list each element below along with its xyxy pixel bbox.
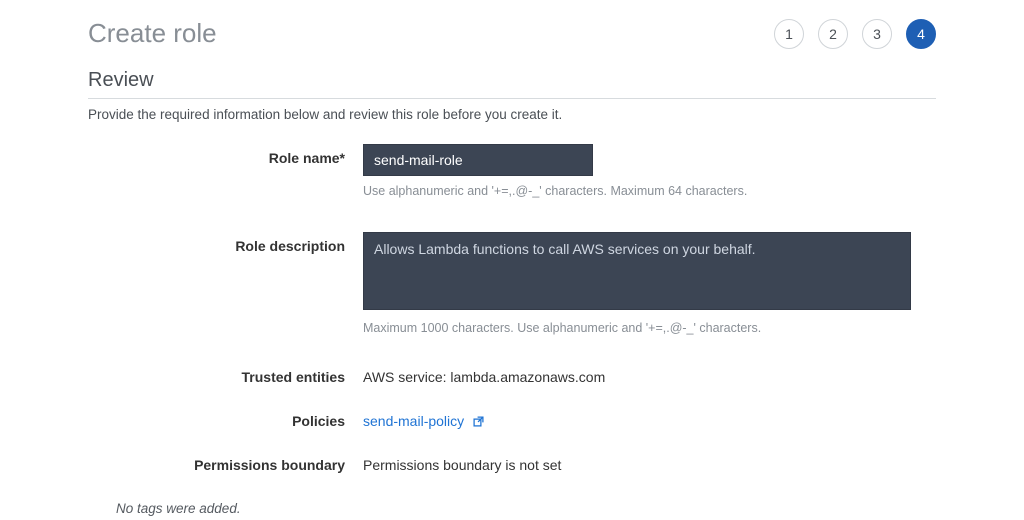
- permissions-boundary-value: Permissions boundary is not set: [363, 457, 936, 473]
- step-3[interactable]: 3: [862, 19, 892, 49]
- section-divider: [88, 98, 936, 99]
- page-title: Create role: [88, 18, 217, 49]
- tags-note: No tags were added.: [116, 501, 936, 516]
- role-name-hint: Use alphanumeric and '+=,.@-_' character…: [363, 184, 936, 198]
- policy-link[interactable]: send-mail-policy: [363, 413, 484, 429]
- step-4[interactable]: 4: [906, 19, 936, 49]
- role-description-hint: Maximum 1000 characters. Use alphanumeri…: [363, 321, 936, 335]
- policy-link-text: send-mail-policy: [363, 413, 464, 429]
- section-subtitle: Provide the required information below a…: [88, 107, 936, 122]
- external-link-icon: [473, 416, 484, 427]
- trusted-entities-value: AWS service: lambda.amazonaws.com: [363, 369, 936, 385]
- role-description-input[interactable]: Allows Lambda functions to call AWS serv…: [363, 232, 911, 310]
- step-2[interactable]: 2: [818, 19, 848, 49]
- role-description-label: Role description: [88, 232, 363, 254]
- step-1[interactable]: 1: [774, 19, 804, 49]
- wizard-stepper: 1 2 3 4: [774, 19, 936, 49]
- role-name-label: Role name*: [88, 144, 363, 166]
- policies-label: Policies: [88, 413, 363, 429]
- permissions-boundary-label: Permissions boundary: [88, 457, 363, 473]
- role-name-input[interactable]: [363, 144, 593, 176]
- section-title: Review: [88, 69, 936, 92]
- trusted-entities-label: Trusted entities: [88, 369, 363, 385]
